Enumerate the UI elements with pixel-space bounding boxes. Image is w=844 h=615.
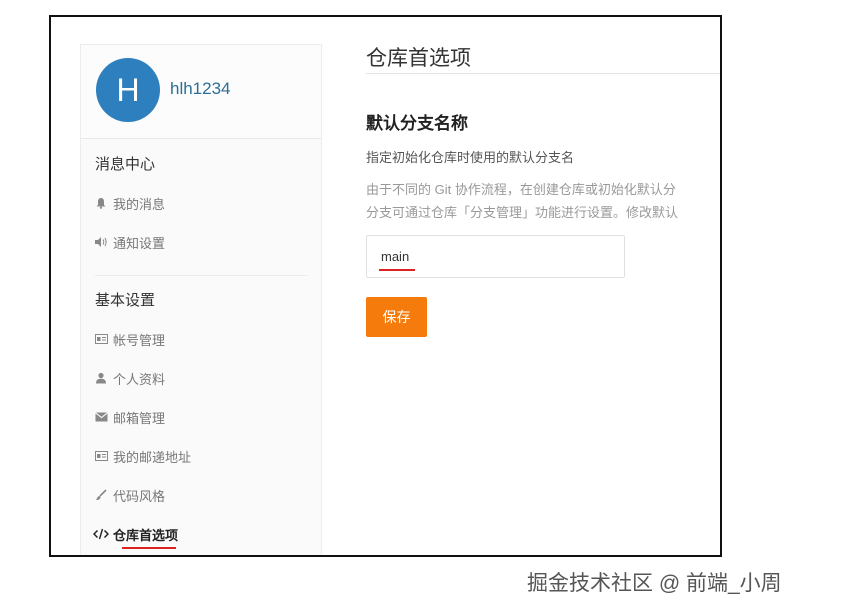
user-icon <box>93 370 109 386</box>
default-branch-input[interactable] <box>366 235 625 278</box>
section-description: 指定初始化仓库时使用的默认分支名 <box>366 150 575 165</box>
brush-icon <box>93 487 109 503</box>
sidebar-item-label: 个人资料 <box>113 371 166 387</box>
bell-icon <box>93 195 109 211</box>
sidebar: H hlh1234 消息中心 我的消息 通知设置 基本设置 帐号管理 个人资料 … <box>80 44 322 555</box>
sidebar-item-my-messages[interactable]: 我的消息 <box>93 193 165 213</box>
sidebar-item-notification-settings[interactable]: 通知设置 <box>93 232 165 252</box>
sidebar-item-account[interactable]: 帐号管理 <box>93 329 165 349</box>
sidebar-item-label: 仓库首选项 <box>113 527 179 543</box>
save-button[interactable]: 保存 <box>366 297 427 337</box>
divider <box>95 275 307 276</box>
app-window: H hlh1234 消息中心 我的消息 通知设置 基本设置 帐号管理 个人资料 … <box>49 15 722 557</box>
main-content: 仓库首选项 默认分支名称 指定初始化仓库时使用的默认分支名 由于不同的 Git … <box>366 17 720 555</box>
envelope-icon <box>93 409 109 425</box>
section-note-line2: 分支可通过仓库「分支管理」功能进行设置。修改默认 <box>366 205 679 220</box>
group-title-basic-settings: 基本设置 <box>95 292 156 309</box>
code-icon <box>93 526 109 542</box>
sidebar-item-label: 代码风格 <box>113 488 166 504</box>
sidebar-item-label: 我的消息 <box>113 196 166 212</box>
username[interactable]: hlh1234 <box>170 79 231 99</box>
id-card-icon <box>93 448 109 464</box>
avatar[interactable]: H <box>96 58 160 122</box>
sidebar-item-label: 通知设置 <box>113 235 166 251</box>
sidebar-item-label: 邮箱管理 <box>113 410 166 426</box>
divider <box>366 73 720 74</box>
section-title: 默认分支名称 <box>366 114 468 133</box>
sidebar-item-code-style[interactable]: 代码风格 <box>93 485 165 505</box>
id-card-icon <box>93 331 109 347</box>
sidebar-item-label: 我的邮递地址 <box>113 449 192 465</box>
sidebar-item-email[interactable]: 邮箱管理 <box>93 407 165 427</box>
sidebar-item-mailing-address[interactable]: 我的邮递地址 <box>93 446 191 466</box>
page-title: 仓库首选项 <box>366 47 471 70</box>
speaker-icon <box>93 234 109 250</box>
input-value-underline <box>379 269 415 271</box>
sidebar-item-label: 帐号管理 <box>113 332 166 348</box>
watermark: 掘金技术社区 @ 前端_小周 <box>527 572 782 595</box>
profile-card: H hlh1234 <box>81 45 321 139</box>
section-note-line1: 由于不同的 Git 协作流程，在创建仓库或初始化默认分 <box>366 182 676 197</box>
active-item-underline <box>122 547 176 549</box>
group-title-messages: 消息中心 <box>95 156 156 173</box>
sidebar-item-profile[interactable]: 个人资料 <box>93 368 165 388</box>
sidebar-item-repo-preferences[interactable]: 仓库首选项 <box>93 524 178 544</box>
